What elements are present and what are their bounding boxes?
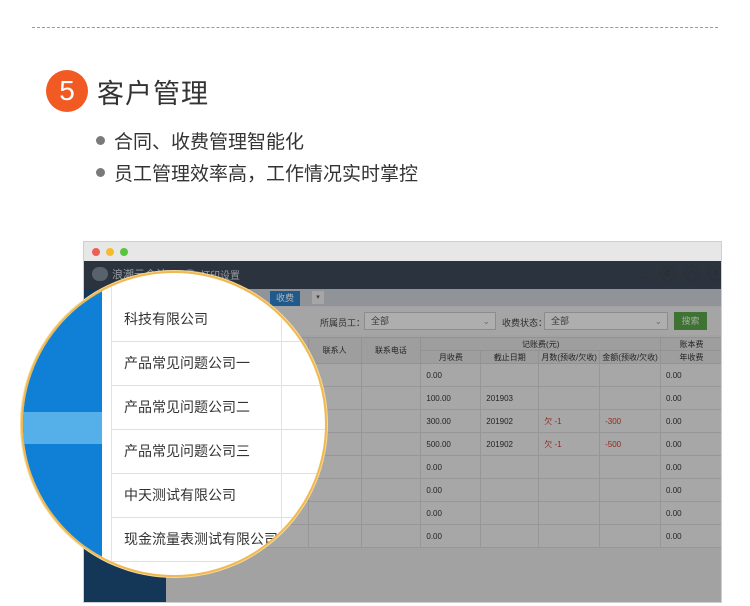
bullet-icon [96, 135, 105, 145]
company-list: 科技有限公司 产品常见问题公司一 产品常见问题公司二 产品常见问题公司三 中天测… [111, 273, 325, 575]
feature-item: 员工管理效率高，工作情况实时掌控 [96, 156, 418, 188]
feature-list: 合同、收费管理智能化 员工管理效率高，工作情况实时掌控 [96, 124, 418, 188]
bullet-icon [96, 167, 105, 177]
company-list-item[interactable]: 产品常见问题公司一 [112, 342, 325, 386]
maximize-window-icon[interactable] [120, 247, 128, 256]
company-list-item[interactable]: 产品常见问题公司二 [112, 386, 325, 430]
column-divider [281, 273, 282, 575]
magnifier-lens: 科技有限公司 产品常见问题公司一 产品常见问题公司二 产品常见问题公司三 中天测… [21, 271, 327, 577]
company-list-item[interactable]: 产品常见问题公司三 [112, 430, 325, 474]
magnified-sidebar-selected-item [23, 412, 102, 444]
section-title: 客户管理 [97, 78, 209, 110]
feature-item: 合同、收费管理智能化 [96, 124, 418, 156]
section-header: 5 客户管理 [46, 70, 209, 112]
company-list-item[interactable]: 科技有限公司 [112, 298, 325, 342]
window-titlebar [84, 242, 721, 261]
feature-text: 合同、收费管理智能化 [114, 130, 305, 153]
company-list-item[interactable]: 现金流量表测试有限公司 [112, 518, 325, 562]
top-divider [32, 27, 718, 28]
feature-text: 员工管理效率高，工作情况实时掌控 [114, 162, 419, 185]
company-list-item[interactable]: 中天测试有限公司 [112, 474, 325, 518]
minimize-window-icon[interactable] [106, 247, 114, 256]
section-number-badge: 5 [46, 70, 88, 112]
close-window-icon[interactable] [92, 247, 100, 256]
